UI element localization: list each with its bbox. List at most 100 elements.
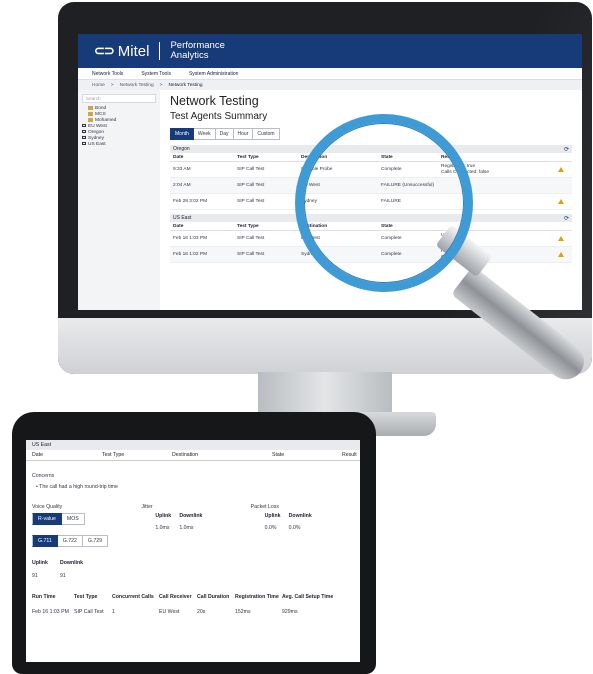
computer-icon bbox=[82, 136, 86, 140]
breadcrumb: Home > Network Testing > Network Testing bbox=[78, 80, 582, 90]
codec-toggle: G.711 G.722 G.729 bbox=[32, 535, 141, 547]
refresh-icon[interactable]: ⟳ bbox=[564, 215, 569, 222]
nav-system-administration[interactable]: System Administration bbox=[189, 71, 238, 77]
uplink-value: 91 bbox=[32, 573, 38, 579]
col-test-type: Test Type bbox=[74, 594, 98, 600]
codec-g722-button[interactable]: G.722 bbox=[57, 535, 83, 547]
packet-loss-values: Uplink Downlink 0.0% 0.0% bbox=[251, 513, 360, 531]
tree-item-label: Mohamed bbox=[95, 118, 117, 124]
range-custom-button[interactable]: Custom bbox=[253, 128, 280, 140]
uplink-label: Uplink bbox=[155, 513, 172, 519]
cell-date: Feb 16 1:03 PM bbox=[173, 236, 208, 241]
warning-icon bbox=[558, 167, 564, 172]
cell-type: SIP Call Test bbox=[237, 236, 265, 241]
top-nav: Network Tools System Tools System Admini… bbox=[78, 68, 582, 80]
col-registration-time: Registration Time bbox=[235, 594, 279, 600]
col-test-type[interactable]: Test Type bbox=[237, 224, 301, 229]
computer-icon bbox=[82, 124, 86, 128]
cell-type: SIP Call Test bbox=[237, 183, 265, 188]
test-type-value: SIP Call Test bbox=[74, 609, 104, 615]
warning-icon bbox=[558, 252, 564, 257]
concern-item: • The call had a high round-trip time bbox=[36, 484, 118, 490]
col-state[interactable]: State bbox=[272, 452, 342, 458]
group-name: US East bbox=[173, 215, 192, 221]
monitor-stand bbox=[258, 372, 392, 414]
codec-g729-button[interactable]: G.729 bbox=[82, 535, 109, 547]
tablet-screen: US East Date Test Type Destination State… bbox=[26, 440, 360, 662]
folder-icon bbox=[88, 106, 93, 110]
range-day-button[interactable]: Day bbox=[215, 128, 234, 140]
col-test-type[interactable]: Test Type bbox=[237, 155, 301, 160]
col-date[interactable]: Date bbox=[173, 155, 237, 160]
concurrent-calls-value: 1 bbox=[112, 609, 115, 615]
warning-icon bbox=[558, 236, 564, 241]
computer-icon bbox=[82, 130, 86, 134]
tree-item-label: Oregon bbox=[88, 130, 104, 136]
breadcrumb-separator: > bbox=[110, 82, 114, 88]
app-header: ⊂⊃ Mitel Performance Analytics bbox=[78, 34, 582, 68]
folder-icon bbox=[88, 118, 93, 122]
computer-icon bbox=[82, 142, 86, 146]
nav-network-tools[interactable]: Network Tools bbox=[92, 71, 123, 77]
tablet-table-header: Date Test Type Destination State Result bbox=[26, 450, 360, 461]
registration-time-value: 152ms bbox=[235, 609, 251, 615]
cell-type: SIP Call Test bbox=[237, 167, 265, 172]
refresh-icon[interactable]: ⟳ bbox=[564, 146, 569, 153]
uplink-label: Uplink bbox=[32, 560, 48, 566]
col-call-duration: Call Duration bbox=[197, 594, 230, 600]
range-hour-button[interactable]: Hour bbox=[233, 128, 254, 140]
tree-item-label: MCS bbox=[95, 112, 106, 118]
voice-quality: Voice Quality R-value MOS G.711 G.722 G.… bbox=[32, 504, 141, 547]
col-run-time: Run Time bbox=[32, 594, 56, 600]
page-title: Network Testing bbox=[170, 94, 259, 108]
cell-type: SIP Call Test bbox=[237, 199, 265, 204]
tree-item-label: Bond bbox=[95, 106, 107, 112]
nav-system-tools[interactable]: System Tools bbox=[141, 71, 171, 77]
jitter-values: Uplink Downlink 1.0ms 1.0ms bbox=[141, 513, 250, 531]
packet-loss-uplink-value: 0.0% bbox=[264, 525, 277, 531]
product-name: Performance Analytics bbox=[170, 41, 224, 61]
codec-g711-button[interactable]: G.711 bbox=[32, 535, 58, 547]
cell-type: SIP Call Test bbox=[237, 252, 265, 257]
uplink-label: Uplink bbox=[264, 513, 281, 519]
breadcrumb-home[interactable]: Home bbox=[92, 83, 105, 88]
breadcrumb-separator: > bbox=[159, 82, 163, 88]
mos-button[interactable]: MOS bbox=[61, 513, 85, 525]
downlink-label: Downlink bbox=[179, 513, 203, 519]
mitel-logo[interactable]: ⊂⊃ Mitel bbox=[94, 43, 149, 60]
col-date[interactable]: Date bbox=[173, 224, 237, 229]
avg-call-setup-time-value: 929ms bbox=[282, 609, 298, 615]
mitel-logo-icon: ⊂⊃ bbox=[94, 43, 115, 58]
concerns-label: Concerns bbox=[32, 473, 55, 479]
range-week-button[interactable]: Week bbox=[193, 128, 216, 140]
search-input[interactable]: Search bbox=[82, 94, 156, 103]
col-result[interactable]: Result bbox=[342, 452, 357, 458]
packet-loss-label: Packet Loss bbox=[250, 504, 279, 510]
run-time-value: Feb 16 1:03 PM bbox=[32, 609, 69, 615]
jitter-label: Jitter bbox=[141, 504, 153, 510]
col-test-type[interactable]: Test Type bbox=[102, 452, 172, 458]
sidebar: Search Bond MCS Mohamed EU West Oregon S… bbox=[78, 90, 160, 310]
col-date[interactable]: Date bbox=[32, 452, 102, 458]
r-value-button[interactable]: R-value bbox=[32, 513, 62, 525]
cell-date: 2:04 AM bbox=[173, 183, 191, 188]
folder-icon bbox=[88, 112, 93, 116]
cell-date: Feb 28 3:02 PM bbox=[173, 199, 208, 204]
cell-date: Feb 16 1:02 PM bbox=[173, 252, 208, 257]
tablet-group-header: US East bbox=[26, 440, 360, 450]
tree-item-label: US East bbox=[88, 142, 106, 148]
col-call-receiver: Call Receiver bbox=[159, 594, 192, 600]
packet-loss-downlink-value: 0.0% bbox=[288, 525, 301, 531]
tree-item-us-east[interactable]: US East bbox=[82, 142, 156, 148]
breadcrumb-network-testing[interactable]: Network Testing bbox=[120, 83, 154, 88]
cell-date: 9:33 AM bbox=[173, 167, 191, 172]
col-destination[interactable]: Destination bbox=[172, 452, 272, 458]
metric-toggle: R-value MOS bbox=[32, 513, 141, 525]
jitter-panel: Jitter Uplink Downlink 1.0ms 1.0ms bbox=[141, 504, 250, 547]
group-name: Oregon bbox=[173, 146, 190, 152]
range-month-button[interactable]: Month bbox=[170, 128, 194, 140]
quality-metrics: Voice Quality R-value MOS G.711 G.722 G.… bbox=[26, 504, 360, 547]
jitter-uplink-value: 1.0ms bbox=[155, 525, 170, 531]
run-details-row: Feb 16 1:03 PM SIP Call Test 1 EU West 2… bbox=[26, 609, 360, 615]
magnifier-lens-icon bbox=[295, 114, 473, 292]
